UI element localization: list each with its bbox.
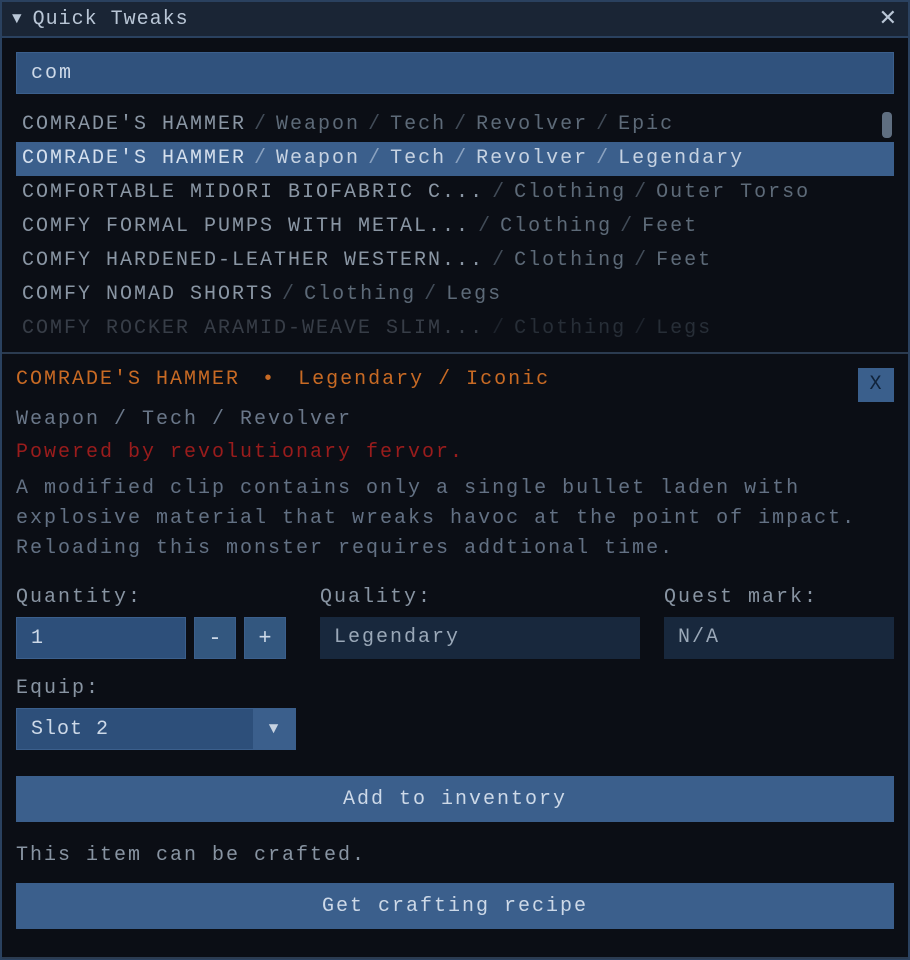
detail-flavor-text: Powered by revolutionary fervor. — [16, 441, 894, 464]
get-recipe-button[interactable]: Get crafting recipe — [16, 883, 894, 929]
result-path-segment: Legendary — [618, 147, 744, 170]
result-path-segment: Outer Torso — [656, 181, 810, 204]
equip-label: Equip: — [16, 677, 296, 700]
add-to-inventory-button[interactable]: Add to inventory — [16, 776, 894, 822]
result-row[interactable]: COMFORTABLE MIDORI BIOFABRIC C... / Clothi… — [16, 176, 894, 210]
result-path-segment: Clothing — [304, 283, 416, 306]
result-path-segment: Epic — [618, 113, 674, 136]
result-path-segment: Clothing — [514, 317, 626, 340]
path-separator: / — [596, 147, 610, 170]
scrollbar-thumb[interactable] — [882, 112, 892, 138]
quantity-minus-button[interactable]: - — [194, 617, 236, 659]
window-title: Quick Tweaks — [33, 8, 189, 31]
result-path-segment: Revolver — [476, 147, 588, 170]
path-separator: / — [492, 181, 506, 204]
quantity-input[interactable] — [16, 617, 186, 659]
quick-tweaks-window: ▼ Quick Tweaks ✕ COMRADE'S HAMMER / Weapon… — [0, 0, 910, 960]
detail-close-button[interactable]: X — [858, 368, 894, 402]
equip-select[interactable]: Slot 2 ▼ — [16, 708, 296, 750]
collapse-icon[interactable]: ▼ — [12, 10, 23, 28]
equip-value: Slot 2 — [31, 718, 109, 741]
craft-note: This item can be crafted. — [16, 844, 894, 867]
result-row[interactable]: COMFY NOMAD SHORTS / Clothing / Legs — [16, 278, 894, 312]
result-path-segment: Feet — [656, 249, 712, 272]
path-separator: / — [492, 317, 506, 340]
result-path-segment: Weapon — [276, 113, 360, 136]
result-item-name: COMRADE'S HAMMER — [22, 147, 246, 170]
result-item-name: COMFY ROCKER ARAMID-WEAVE SLIM... — [22, 317, 484, 340]
result-path-segment: Legs — [446, 283, 502, 306]
search-input[interactable] — [16, 52, 894, 94]
result-item-name: COMFORTABLE MIDORI BIOFABRIC C... — [22, 181, 484, 204]
result-row[interactable]: COMRADE'S HAMMER / Weapon / Tech / Revolver / Ep… — [16, 108, 894, 142]
path-separator: / — [634, 249, 648, 272]
path-separator: / — [282, 283, 296, 306]
path-separator: / — [368, 147, 382, 170]
result-item-name: COMFY HARDENED-LEATHER WESTERN... — [22, 249, 484, 272]
detail-type-line: Weapon / Tech / Revolver — [16, 408, 894, 431]
results-list[interactable]: COMRADE'S HAMMER / Weapon / Tech / Revolver / Ep… — [16, 108, 894, 344]
bullet-icon: • — [262, 368, 276, 391]
path-separator: / — [368, 113, 382, 136]
path-separator: / — [492, 249, 506, 272]
result-path-segment: Clothing — [500, 215, 612, 238]
result-path-segment: Clothing — [514, 249, 626, 272]
result-row[interactable]: COMFY FORMAL PUMPS WITH METAL... / Clothin… — [16, 210, 894, 244]
detail-description: A modified clip contains only a single b… — [16, 474, 894, 564]
detail-item-name: COMRADE'S HAMMER — [16, 368, 240, 391]
questmark-label: Quest mark: — [664, 586, 894, 609]
quantity-plus-button[interactable]: + — [244, 617, 286, 659]
result-row[interactable]: COMRADE'S HAMMER / Weapon / Tech / Revolver / Le… — [16, 142, 894, 176]
path-separator: / — [254, 113, 268, 136]
questmark-value[interactable]: N/A — [664, 617, 894, 659]
titlebar[interactable]: ▼ Quick Tweaks ✕ — [2, 2, 908, 38]
close-icon[interactable]: ✕ — [879, 6, 898, 32]
result-item-name: COMFY FORMAL PUMPS WITH METAL... — [22, 215, 470, 238]
path-separator: / — [254, 147, 268, 170]
result-path-segment: Tech — [390, 113, 446, 136]
result-row[interactable]: COMFY HARDENED-LEATHER WESTERN... / Clothi… — [16, 244, 894, 278]
path-separator: / — [478, 215, 492, 238]
path-separator: / — [424, 283, 438, 306]
result-path-segment: Clothing — [514, 181, 626, 204]
quantity-label: Quantity: — [16, 586, 296, 609]
section-divider — [2, 352, 908, 354]
detail-quality-line: Legendary / Iconic — [298, 368, 550, 391]
result-item-name: COMRADE'S HAMMER — [22, 113, 246, 136]
quality-label: Quality: — [320, 586, 640, 609]
path-separator: / — [634, 181, 648, 204]
result-item-name: COMFY NOMAD SHORTS — [22, 283, 274, 306]
result-row[interactable]: COMFY ROCKER ARAMID-WEAVE SLIM... / Clothi… — [16, 312, 894, 344]
path-separator: / — [454, 113, 468, 136]
path-separator: / — [454, 147, 468, 170]
path-separator: / — [620, 215, 634, 238]
path-separator: / — [596, 113, 610, 136]
result-path-segment: Revolver — [476, 113, 588, 136]
result-path-segment: Tech — [390, 147, 446, 170]
chevron-down-icon[interactable]: ▼ — [253, 708, 295, 750]
path-separator: / — [634, 317, 648, 340]
result-path-segment: Legs — [656, 317, 712, 340]
quality-value[interactable]: Legendary — [320, 617, 640, 659]
result-path-segment: Weapon — [276, 147, 360, 170]
result-path-segment: Feet — [642, 215, 698, 238]
